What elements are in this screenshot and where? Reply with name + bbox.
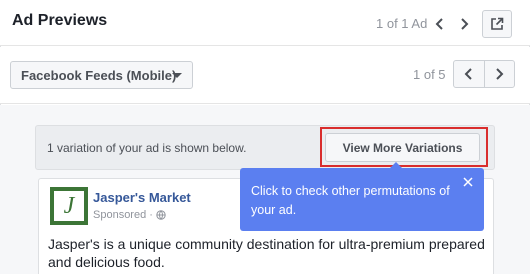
- globe-icon: [156, 210, 166, 220]
- post-meta: Sponsored ·: [93, 209, 166, 221]
- view-more-variations-button[interactable]: View More Variations: [325, 133, 480, 162]
- tooltip-text: Click to check other permutations of you…: [251, 184, 450, 217]
- page-name-link[interactable]: Jasper's Market: [93, 190, 191, 205]
- placement-bar: Facebook Feeds (Mobile) 1 of 5: [0, 47, 530, 104]
- chevron-right-icon[interactable]: [456, 16, 472, 32]
- placement-dropdown[interactable]: Facebook Feeds (Mobile): [10, 61, 193, 89]
- ad-counter: 1 of 1 Ad: [376, 16, 428, 31]
- panel-title: Ad Previews: [12, 12, 108, 29]
- variation-notice-text: 1 variation of your ad is shown below.: [47, 141, 247, 155]
- placement-next-button[interactable]: [483, 61, 514, 87]
- placement-counter: 1 of 5: [413, 67, 446, 82]
- page-logo-letter: J: [54, 191, 84, 221]
- sponsored-label: Sponsored: [93, 209, 147, 221]
- placement-label: Facebook Feeds (Mobile): [21, 67, 177, 83]
- meta-separator: ·: [149, 209, 153, 221]
- placement-pager: [453, 60, 515, 88]
- ad-body-text: Jasper's is a unique community destinati…: [48, 236, 485, 270]
- close-icon[interactable]: [461, 175, 475, 189]
- chevron-left-icon: [464, 68, 472, 80]
- page-logo[interactable]: J: [50, 187, 88, 225]
- view-more-variations-label: View More Variations: [342, 140, 463, 155]
- chevron-left-icon[interactable]: [432, 16, 448, 32]
- placement-prev-button[interactable]: [454, 61, 484, 87]
- open-preview-button[interactable]: [482, 10, 512, 38]
- chevron-right-icon: [496, 68, 504, 80]
- external-link-icon: [491, 17, 504, 30]
- panel-header: Ad Previews 1 of 1 Ad: [0, 0, 530, 46]
- variations-tooltip: Click to check other permutations of you…: [240, 162, 484, 231]
- caret-down-icon: [172, 73, 182, 78]
